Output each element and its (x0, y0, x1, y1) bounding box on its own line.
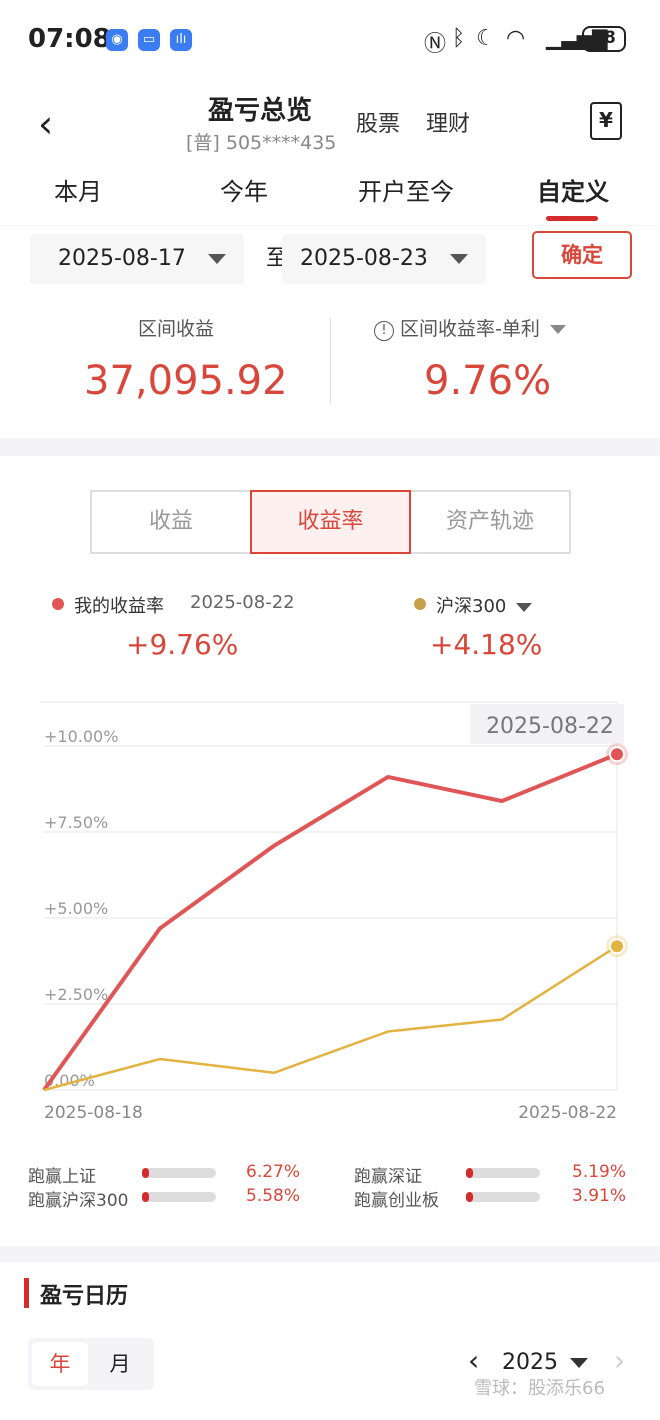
pnl-calendar-section: 盈亏日历 年 月 ‹ 2025 › 雪球：股添乐66 (0, 1262, 660, 1420)
status-bar: 07:08 ◉ ▭ ılı Ⓝ ᛒ ☾ ◠ ▁▃▅▇ 38 (0, 0, 660, 80)
mine-legend-value: +9.76% (126, 628, 239, 661)
outperform-bar (466, 1168, 540, 1178)
header: ‹ 盈亏总览 [普] 505****435 股票 理财 ¥ 本月 今年 开户至今… (0, 80, 660, 225)
outperform-value: 6.27% (246, 1162, 301, 1182)
nfc-icon: Ⓝ (424, 32, 447, 57)
bluetooth-icon: ᛒ (452, 26, 466, 51)
chevron-down-icon (449, 254, 468, 264)
x-tick-label: 2025-08-18 (44, 1103, 143, 1123)
y-tick-label: +2.50% (44, 985, 108, 1004)
chevron-down-icon (516, 602, 533, 612)
outperform-bar-fill (142, 1168, 150, 1178)
benchmark-endpoint (609, 938, 625, 955)
chart-tab-rate[interactable]: 收益率 (250, 490, 411, 554)
wealth-link[interactable]: 理财 (426, 106, 470, 138)
stocks-link[interactable]: 股票 (356, 106, 400, 138)
app-icon-1: ◉ (106, 29, 128, 51)
chevron-down-icon (549, 325, 566, 334)
tab-custom[interactable]: 自定义 (537, 172, 609, 207)
outperform-value: 5.58% (246, 1186, 301, 1206)
outperform-label: 跑赢创业板 (354, 1191, 439, 1211)
watermark: 雪球：股添乐66 (474, 1378, 605, 1399)
next-year-arrow-icon[interactable]: › (614, 1344, 625, 1377)
year-value: 2025 (502, 1350, 558, 1375)
outperform-value: 5.19% (572, 1162, 627, 1182)
my-return-endpoint (609, 746, 625, 763)
back-arrow-icon[interactable]: ‹ (38, 102, 53, 146)
y-tick-label: +7.50% (44, 813, 108, 832)
battery-indicator: 38 (582, 26, 626, 52)
outperform-value: 3.91% (572, 1186, 627, 1206)
rate-label-dropdown[interactable]: ! 区间收益率-单利 (374, 314, 566, 341)
outperform-bar (142, 1168, 216, 1178)
toggle-month[interactable]: 月 (92, 1342, 148, 1386)
voice-app-icon: ılı (170, 29, 192, 51)
account-number: [普] 505****435 (186, 132, 337, 154)
app-icon-2: ▭ (138, 29, 160, 51)
benchmark-legend-value: +4.18% (430, 628, 543, 661)
calendar-title: 盈亏日历 (40, 1284, 129, 1309)
outperform-bar-fill (466, 1168, 474, 1178)
rate-label: 区间收益率-单利 (400, 318, 540, 340)
start-date: 2025-08-17 (58, 246, 186, 271)
chart-tab-profit[interactable]: 收益 (90, 490, 252, 554)
profit-label: 区间收益 (138, 318, 215, 340)
outperform-bar (142, 1192, 216, 1202)
page-title: 盈亏总览 (207, 96, 312, 126)
wifi-icon: ◠ (506, 26, 526, 51)
year-selector[interactable]: 2025 (502, 1350, 588, 1375)
return-rate-chart[interactable]: 2025-08-22 +10.00%+7.50%+5.00%+2.50%0.00… (0, 694, 660, 1134)
start-date-picker[interactable]: 2025-08-17 (30, 234, 244, 284)
my-return-line (42, 752, 618, 1092)
outperform-label: 跑赢沪深300 (28, 1191, 129, 1211)
benchmark-legend-name: 沪深300 (436, 596, 507, 617)
confirm-button[interactable]: 确定 (532, 231, 632, 279)
mine-legend-dot (52, 598, 64, 610)
y-tick-label: +5.00% (44, 899, 108, 918)
chart-tab-asset-track[interactable]: 资产轨迹 (409, 490, 571, 554)
outperform-bar-fill (466, 1192, 474, 1202)
moon-icon: ☾ (476, 26, 496, 51)
status-time: 07:08 (28, 24, 111, 54)
toggle-year[interactable]: 年 (32, 1342, 88, 1386)
info-icon[interactable]: ! (374, 321, 394, 341)
outperform-bar (466, 1192, 540, 1202)
end-date: 2025-08-23 (300, 246, 428, 271)
profit-value: 37,095.92 (84, 358, 288, 404)
x-tick-label: 2025-08-22 (518, 1103, 617, 1123)
year-month-toggle: 年 月 (28, 1338, 154, 1390)
tab-this-year[interactable]: 今年 (220, 172, 268, 207)
chevron-down-icon (570, 1358, 588, 1368)
section-accent-bar (24, 1278, 29, 1308)
receipt-icon[interactable]: ¥ (590, 102, 622, 140)
rate-value: 9.76% (424, 358, 552, 404)
outperform-bar-fill (142, 1192, 150, 1202)
benchmark-legend-dot (414, 598, 426, 610)
benchmark-selector[interactable]: 沪深300 (436, 592, 533, 618)
tab-this-month[interactable]: 本月 (54, 172, 102, 207)
mine-legend-date: 2025-08-22 (190, 592, 295, 613)
prev-year-arrow-icon[interactable]: ‹ (468, 1344, 479, 1377)
chart-section: 收益 收益率 资产轨迹 我的收益率 2025-08-22 +9.76% 沪深30… (0, 456, 660, 1246)
highlight-date-label: 2025-08-22 (486, 714, 614, 739)
summary-section: 2025-08-17 至 2025-08-23 确定 区间收益 37,095.9… (0, 226, 660, 438)
mine-legend-name: 我的收益率 (74, 596, 164, 617)
chevron-down-icon (207, 254, 226, 264)
outperform-label: 跑赢深证 (354, 1167, 422, 1187)
divider (330, 318, 331, 404)
tab-since-opening[interactable]: 开户至今 (358, 172, 454, 207)
active-tab-indicator (546, 216, 598, 221)
end-date-picker[interactable]: 2025-08-23 (282, 234, 486, 284)
y-tick-label: +10.00% (44, 727, 118, 746)
outperform-label: 跑赢上证 (28, 1167, 96, 1187)
